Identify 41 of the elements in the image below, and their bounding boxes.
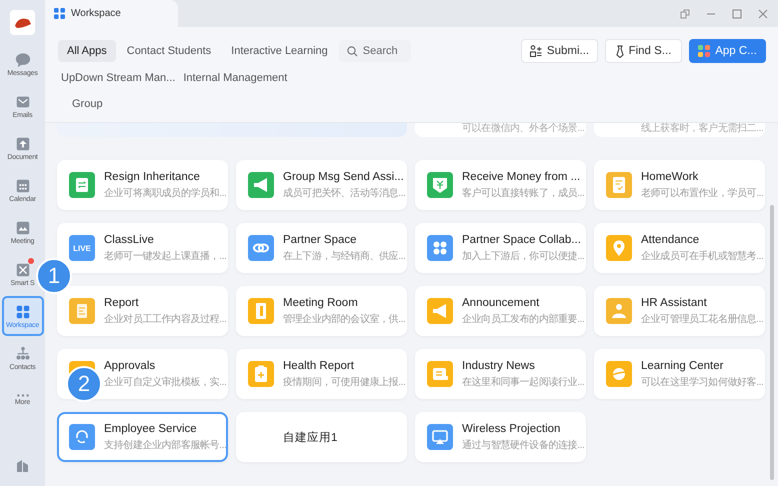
app-description: 在这里和同事一起阅读行业... xyxy=(462,376,584,388)
app-description: 加入上下游后，你可以便捷... xyxy=(462,250,584,262)
app-name: Partner Space xyxy=(283,234,358,246)
app-name: 自建应用1 xyxy=(283,430,338,444)
app-name: Announcement xyxy=(462,296,540,308)
app-description: 企业成员可在手机或智慧考... xyxy=(641,250,763,262)
app-name: Partner Space Collab... xyxy=(462,234,582,246)
app-description: 企业向员工发布的内部重要... xyxy=(462,312,584,326)
app-description: 线上获客时，客户无需扫二... xyxy=(641,123,764,134)
app-description: 老师可一键发起上课直播，... xyxy=(104,250,226,262)
app-name: Approvals xyxy=(104,360,156,372)
app-description: 企业可将离职成员的学员和... xyxy=(104,186,226,200)
app-name: Receive Money from ... xyxy=(462,170,582,182)
app-name: Resign Inheritance xyxy=(104,170,201,182)
app-description: 疫情期间，可使用健康上报... xyxy=(283,376,405,388)
app-name: Wireless Projection xyxy=(462,422,562,434)
app-description: 可以在微信内、外各个场景... xyxy=(462,123,584,134)
app-name: Learning Center xyxy=(641,360,724,372)
window-title: Workspace xyxy=(71,8,121,19)
app-icon: LIVE xyxy=(69,235,95,261)
app-description: 通过与智慧硬件设备的连接... xyxy=(462,438,584,452)
app-name: HR Assistant xyxy=(641,296,708,308)
app-description: 支持创建企业内部客服帐号... xyxy=(104,438,226,452)
app-description: 老师可以布置作业，学员可... xyxy=(641,186,763,200)
app-description: 企业对员工工作内容及过程... xyxy=(104,312,226,326)
app-name: HomeWork xyxy=(641,170,700,182)
app-description: 成员可把关怀、活动等消息... xyxy=(283,186,405,200)
app-name: Employee Service xyxy=(104,422,198,434)
app-name: Industry News xyxy=(462,360,536,372)
app-name: Health Report xyxy=(283,360,355,372)
app-name: Group Msg Send Assi... xyxy=(283,170,405,182)
app-name: ClassLive xyxy=(104,234,155,246)
app-description: 可以在这里学习如何做好客... xyxy=(641,376,763,388)
app-name: Meeting Room xyxy=(283,296,359,308)
app-description: 企业可自定义审批模板，实... xyxy=(104,376,226,388)
app-description: 在上下游，与经销商、供应... xyxy=(283,250,405,262)
app-description: 管理企业内部的会议室，供... xyxy=(283,312,405,326)
app-description: 企业可管理员工花名册信息... xyxy=(641,312,763,326)
app-name: Report xyxy=(104,296,140,308)
app-name: Attendance xyxy=(641,234,700,246)
app-description: 客户可以直接转账了，成员... xyxy=(462,186,584,200)
